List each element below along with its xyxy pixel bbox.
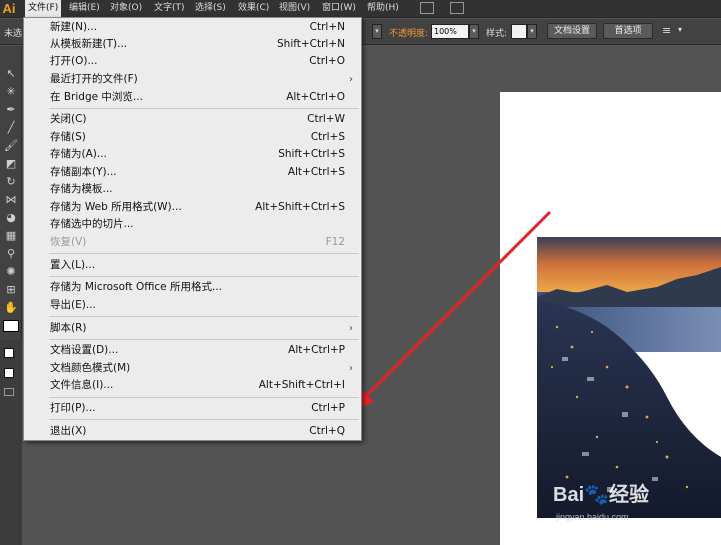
menu-item-document-color-mode[interactable]: 文档颜色模式(M) › — [24, 360, 361, 377]
menu-item-save[interactable]: 存储(S) Ctrl+S — [24, 129, 361, 146]
menu-item-save-for-web[interactable]: 存储为 Web 所用格式(W)... Alt+Shift+Ctrl+S — [24, 199, 361, 216]
menu-item-scripts[interactable]: 脚本(R) › — [24, 320, 361, 337]
menu-item-place[interactable]: 置入(L)... — [24, 257, 361, 274]
menu-item-print[interactable]: 打印(P)... Ctrl+P — [24, 400, 361, 417]
menu-separator — [49, 276, 359, 277]
menu-separator — [49, 253, 359, 254]
submenu-chevron-icon: › — [349, 323, 353, 334]
file-menu: 新建(N)... Ctrl+N 从模板新建(T)... Shift+Ctrl+N 打… — [23, 17, 362, 441]
menu-item-recent-files[interactable]: 最近打开的文件(F) › — [24, 71, 361, 88]
submenu-chevron-icon: › — [349, 363, 353, 374]
menu-item-save-slices[interactable]: 存储选中的切片... — [24, 216, 361, 233]
menu-item-save-as-template[interactable]: 存储为模板... — [24, 181, 361, 198]
submenu-chevron-icon: › — [349, 74, 353, 85]
menu-separator — [49, 108, 359, 109]
menu-item-export[interactable]: 导出(E)... — [24, 297, 361, 314]
menu-separator — [49, 339, 359, 340]
menu-separator — [49, 419, 359, 420]
menu-item-save-as[interactable]: 存储为(A)... Shift+Ctrl+S — [24, 146, 361, 163]
menu-separator — [49, 397, 359, 398]
menu-item-save-copy[interactable]: 存储副本(Y)... Alt+Ctrl+S — [24, 164, 361, 181]
menu-item-exit[interactable]: 退出(X) Ctrl+Q — [24, 423, 361, 440]
menu-item-close[interactable]: 关闭(C) Ctrl+W — [24, 111, 361, 128]
menu-item-open[interactable]: 打开(O)... Ctrl+O — [24, 53, 361, 70]
menu-item-new-from-template[interactable]: 从模板新建(T)... Shift+Ctrl+N — [24, 36, 361, 53]
menu-separator — [49, 316, 359, 317]
menu-item-new[interactable]: 新建(N)... Ctrl+N — [24, 19, 361, 36]
menu-item-revert[interactable]: 恢复(V) F12 — [24, 234, 361, 251]
menu-item-file-info[interactable]: 文件信息(I)... Alt+Shift+Ctrl+I — [24, 377, 361, 394]
menu-item-document-setup[interactable]: 文档设置(D)... Alt+Ctrl+P — [24, 342, 361, 359]
menu-item-browse-bridge[interactable]: 在 Bridge 中浏览... Alt+Ctrl+O — [24, 89, 361, 106]
menu-item-save-ms-office[interactable]: 存储为 Microsoft Office 所用格式... — [24, 279, 361, 296]
